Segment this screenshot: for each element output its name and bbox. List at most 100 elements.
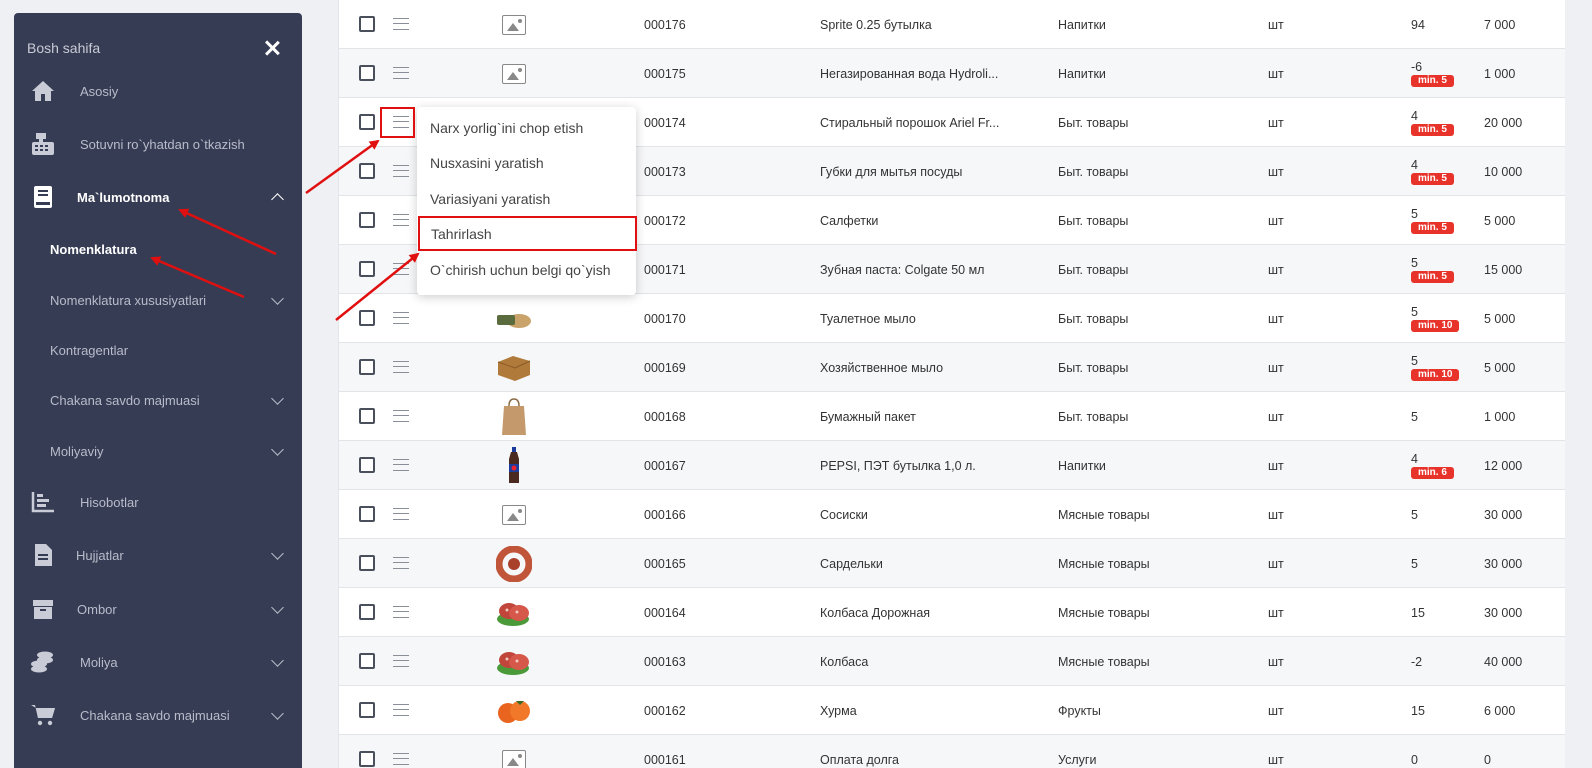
row-menu-icon[interactable] — [393, 655, 409, 667]
row-checkbox[interactable] — [359, 212, 375, 228]
product-thumbnail — [495, 545, 533, 582]
sidebar-item-label: Nomenklatura xususiyatlari — [50, 292, 207, 308]
product-name[interactable]: Туалетное мыло — [820, 294, 1040, 343]
table-row[interactable]: 000162 Хурма Фрукты шт 15 6 000 — [339, 685, 1565, 734]
product-price: 30 000 — [1484, 556, 1523, 571]
product-name[interactable]: Бумажный пакет — [820, 392, 1040, 441]
table-row[interactable]: 000164 Колбаса Дорожная Мясные товары шт 15 3… — [339, 587, 1565, 636]
row-checkbox[interactable] — [359, 457, 375, 473]
product-name[interactable]: Сардельки — [820, 539, 1040, 588]
row-checkbox[interactable] — [359, 506, 375, 522]
row-menu-icon[interactable] — [393, 704, 409, 716]
table-row[interactable]: 000165 Сардельки Мясные товары шт 5 30 000 — [339, 538, 1565, 587]
product-unit: шт — [1268, 311, 1284, 326]
product-price: 5 000 — [1484, 360, 1516, 375]
table-row[interactable]: 000176 Sprite 0.25 бутылка Напитки шт 94 7 00… — [339, 0, 1565, 48]
product-name[interactable]: Негазированная вода Hydroli... — [820, 49, 1040, 98]
row-menu-icon[interactable] — [393, 508, 409, 520]
menu-item-duplicate[interactable]: Nusxasini yaratish — [417, 145, 636, 180]
row-menu-icon[interactable] — [393, 557, 409, 569]
row-checkbox[interactable] — [359, 261, 375, 277]
persimmon-image — [498, 700, 530, 723]
product-price: 30 000 — [1484, 507, 1523, 522]
row-menu-icon[interactable] — [393, 18, 409, 30]
product-unit: шт — [1268, 66, 1284, 81]
close-icon[interactable] — [262, 38, 282, 58]
row-menu-icon[interactable] — [393, 361, 409, 373]
table-row[interactable]: 000167 PEPSI, ПЭТ бутылка 1,0 л. Напитки шт… — [339, 440, 1565, 489]
row-checkbox[interactable] — [359, 408, 375, 424]
row-menu-icon[interactable] — [393, 459, 409, 471]
row-checkbox[interactable] — [359, 604, 375, 620]
row-menu-icon[interactable] — [393, 214, 409, 226]
product-name[interactable]: Стиральный порошок Ariel Fr... — [820, 98, 1040, 147]
row-menu-icon[interactable] — [393, 165, 409, 177]
product-name[interactable]: Колбаса Дорожная — [820, 588, 1040, 637]
cart-icon — [30, 702, 56, 728]
product-price: 5 000 — [1484, 311, 1516, 326]
product-name[interactable]: Хозяйственное мыло — [820, 343, 1040, 392]
row-checkbox[interactable] — [359, 555, 375, 571]
product-code: 000161 — [644, 752, 686, 767]
row-menu-icon[interactable] — [393, 263, 409, 275]
book-icon — [30, 184, 56, 210]
table-row[interactable]: 000168 Бумажный пакет Быт. товары шт 5 1 000 — [339, 391, 1565, 440]
row-checkbox[interactable] — [359, 114, 375, 130]
row-checkbox[interactable] — [359, 65, 375, 81]
row-menu-icon[interactable] — [393, 410, 409, 422]
product-name[interactable]: Губки для мытья посуды — [820, 147, 1040, 196]
row-menu-icon[interactable] — [393, 67, 409, 79]
row-menu-icon[interactable] — [393, 606, 409, 618]
row-checkbox[interactable] — [359, 359, 375, 375]
menu-item-edit[interactable]: Tahrirlash — [418, 216, 637, 251]
product-code: 000166 — [644, 507, 686, 522]
sidebar-item-label: Hujjatlar — [76, 547, 124, 563]
product-name[interactable]: Сосиски — [820, 490, 1040, 539]
product-thumbnail — [495, 349, 533, 386]
min-stock-badge: min. 10 — [1411, 369, 1460, 381]
product-name[interactable]: Sprite 0.25 бутылка — [820, 0, 1040, 49]
product-code: 000176 — [644, 17, 686, 32]
sidebar-item-label: Sotuvni ro`yhatdan o`tkazish — [80, 136, 245, 152]
product-name[interactable]: Салфетки — [820, 196, 1040, 245]
product-category: Мясные товары — [1058, 654, 1150, 669]
product-qty: 4 — [1411, 158, 1418, 172]
product-name[interactable]: PEPSI, ПЭТ бутылка 1,0 л. — [820, 441, 1040, 490]
menu-item-create-variation[interactable]: Variasiyani yaratish — [417, 181, 636, 216]
menu-item-mark-for-deletion[interactable]: O`chirish uchun belgi qo`yish — [417, 252, 636, 287]
row-menu-icon[interactable] — [393, 753, 409, 765]
product-name[interactable]: Зубная паста: Colgate 50 мл — [820, 245, 1040, 294]
row-menu-icon[interactable] — [393, 312, 409, 324]
sidebar-item-label: Nomenklatura — [50, 241, 137, 257]
salami-image — [497, 651, 529, 675]
min-stock-badge: min. 5 — [1411, 173, 1454, 185]
row-checkbox[interactable] — [359, 16, 375, 32]
table-row[interactable]: 000166 Сосиски Мясные товары шт 5 30 000 — [339, 489, 1565, 538]
cash-register-icon — [30, 131, 56, 157]
row-checkbox[interactable] — [359, 751, 375, 767]
product-thumbnail — [495, 55, 533, 92]
product-code: 000175 — [644, 66, 686, 81]
menu-item-print-price-label[interactable]: Narx yorlig`ini chop etish — [417, 110, 636, 145]
row-checkbox[interactable] — [359, 163, 375, 179]
row-checkbox[interactable] — [359, 702, 375, 718]
product-code: 000173 — [644, 164, 686, 179]
table-row[interactable]: 000161 Оплата долга Услуги шт 0 0 — [339, 734, 1565, 768]
table-row[interactable]: 000175 Негазированная вода Hydroli... Напи… — [339, 48, 1565, 97]
table-row[interactable]: 000170 Туалетное мыло Быт. товары шт 5 min. 1… — [339, 293, 1565, 342]
product-unit: шт — [1268, 360, 1284, 375]
row-checkbox[interactable] — [359, 310, 375, 326]
product-category: Быт. товары — [1058, 164, 1129, 179]
product-code: 000170 — [644, 311, 686, 326]
product-name[interactable]: Оплата долга — [820, 735, 1040, 768]
product-price: 1 000 — [1484, 409, 1516, 424]
product-name[interactable]: Хурма — [820, 686, 1040, 735]
product-name[interactable]: Колбаса — [820, 637, 1040, 686]
row-checkbox[interactable] — [359, 653, 375, 669]
table-row[interactable]: 000169 Хозяйственное мыло Быт. товары шт 5 mi… — [339, 342, 1565, 391]
product-thumbnail — [495, 6, 533, 43]
image-placeholder-icon — [502, 63, 526, 84]
table-row[interactable]: 000163 Колбаса Мясные товары шт -2 40 000 — [339, 636, 1565, 685]
product-code: 000167 — [644, 458, 686, 473]
product-price: 20 000 — [1484, 115, 1523, 130]
